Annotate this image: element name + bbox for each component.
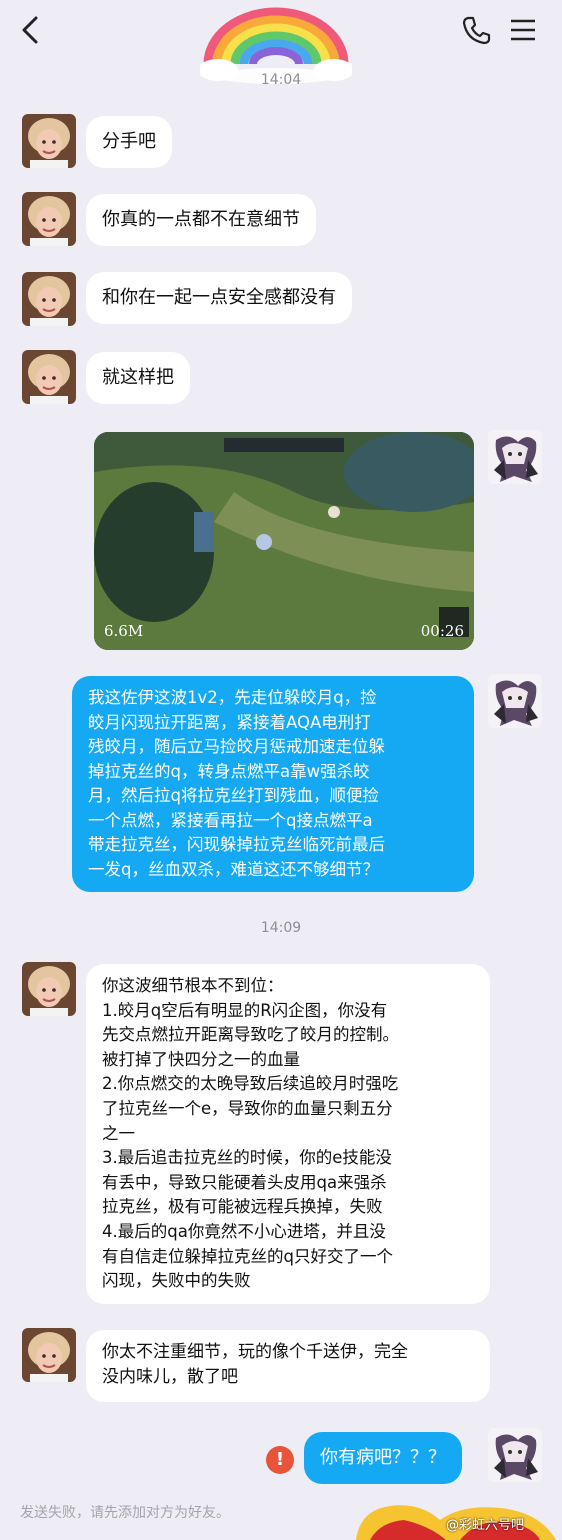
video-message[interactable]: 6.6M 00:26 xyxy=(94,432,474,650)
message-bubble[interactable]: 和你在一起一点安全感都没有 xyxy=(86,272,352,324)
timestamp: 14:04 xyxy=(260,72,302,88)
message-line: 1.皎月q空后有明显的R闪企图，你没有 xyxy=(102,1000,388,1020)
send-failed-icon[interactable]: ! xyxy=(266,1446,294,1474)
message-line: 没内味儿，散了吧 xyxy=(102,1367,238,1387)
message-line: 3.最后追击拉克丝的时候，你的e技能没 xyxy=(102,1148,392,1168)
message-line: 残皎月，随后立马捡皎月惩戒加速走位躲 xyxy=(88,737,385,756)
contact-avatar[interactable] xyxy=(22,350,76,404)
message-line: 一个点燃，紧接看再拉一个q接点燃平a xyxy=(88,810,373,830)
watermark: @彩虹六号吧 xyxy=(446,1518,525,1533)
phone-icon[interactable] xyxy=(460,14,492,46)
message-line: 有丢中，导致只能硬着头皮用qa来强杀 xyxy=(102,1172,387,1192)
message-line: 先交点燃拉开距离导致吃了皎月的控制。 xyxy=(102,1025,399,1045)
contact-avatar[interactable] xyxy=(22,272,76,326)
video-thumbnail xyxy=(94,432,474,650)
system-notice: 发送失败，请先添加对方为好友。 xyxy=(20,1505,230,1521)
message-line: 你这波细节根本不到位： xyxy=(102,976,284,995)
message-line: 有自信走位躲掉拉克丝的q只好交了一个 xyxy=(102,1246,393,1266)
message-line: 被打掉了快四分之一的血量 xyxy=(102,1049,300,1069)
message-line: 闪现，失败中的失败 xyxy=(102,1271,251,1291)
message-bubble[interactable]: 你这波细节根本不到位： 1.皎月q空后有明显的R闪企图，你没有 先交点燃拉开距离… xyxy=(86,964,490,1304)
contact-avatar[interactable] xyxy=(22,192,76,246)
hamburger-menu-icon[interactable] xyxy=(508,16,538,44)
chevron-left-icon[interactable] xyxy=(16,14,46,46)
message-line: 我这佐伊这波1v2，先走位躲皎月q，捡 xyxy=(88,688,377,707)
message-line: 4.最后的qa你竟然不小心进塔，并且没 xyxy=(102,1221,386,1241)
message-bubble-self[interactable]: 你有病吧？？？ xyxy=(304,1432,462,1484)
contact-avatar[interactable] xyxy=(22,962,76,1016)
contact-avatar[interactable] xyxy=(22,114,76,168)
timestamp: 14:09 xyxy=(260,920,302,936)
message-line: 一发q，丝血双杀，难道这还不够细节？ xyxy=(88,859,379,879)
message-line: 带走拉克丝，闪现躲掉拉克丝临死前最后 xyxy=(88,835,385,854)
self-avatar[interactable] xyxy=(488,1428,542,1482)
message-bubble[interactable]: 就这样把 xyxy=(86,352,190,404)
message-line: 月，然后拉q将拉克丝打到残血，顺便捡 xyxy=(88,786,379,805)
message-bubble-self[interactable]: 我这佐伊这波1v2，先走位躲皎月q，捡 皎月闪现拉开距离，紧接着AQA电刑打 残… xyxy=(72,676,474,892)
message-line: 之一 xyxy=(102,1123,135,1143)
message-bubble[interactable]: 分手吧 xyxy=(86,116,172,168)
contact-avatar[interactable] xyxy=(22,1328,76,1382)
video-duration: 00:26 xyxy=(420,622,464,640)
message-line: 拉克丝，极有可能被远程兵换掉，失败 xyxy=(102,1197,383,1217)
message-line: 掉拉克丝的q，转身点燃平a靠w强杀皎 xyxy=(88,761,370,781)
message-line: 了拉克丝一个e，导致你的血量只剩五分 xyxy=(102,1098,393,1118)
self-avatar[interactable] xyxy=(488,674,542,728)
chat-header xyxy=(0,0,562,84)
message-line: 2.你点燃交的太晚导致后续追皎月时强吃 xyxy=(102,1074,399,1094)
message-bubble[interactable]: 你太不注重细节，玩的像个千送伊，完全 没内味儿，散了吧 xyxy=(86,1330,490,1402)
video-size: 6.6M xyxy=(104,622,144,640)
self-avatar[interactable] xyxy=(488,430,542,484)
message-line: 皎月闪现拉开距离，紧接着AQA电刑打 xyxy=(88,712,371,732)
message-bubble[interactable]: 你真的一点都不在意细节 xyxy=(86,194,316,246)
message-line: 你太不注重细节，玩的像个千送伊，完全 xyxy=(102,1342,408,1362)
